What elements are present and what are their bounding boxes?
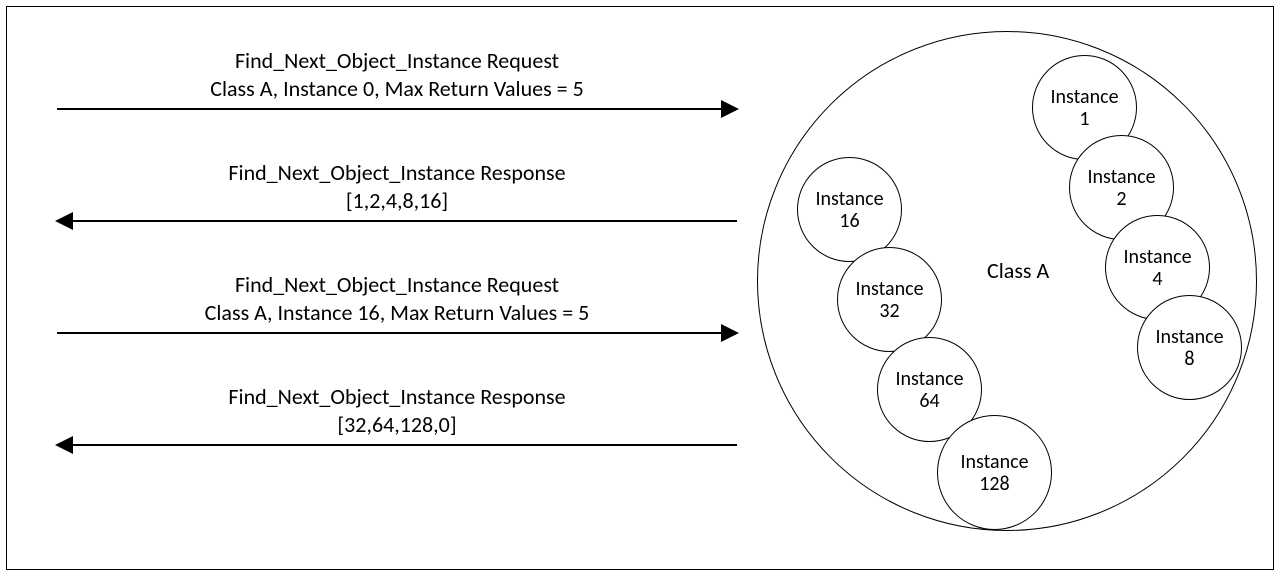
arrow-request-1-line1: Find_Next_Object_Instance Request [235, 47, 559, 74]
instance-64-word: Instance [895, 367, 963, 391]
arrow-request-1-label: Find_Next_Object_Instance Request Class … [57, 47, 737, 102]
instance-128-word: Instance [960, 450, 1028, 474]
instance-32-num: 32 [879, 299, 899, 323]
instance-8-num: 8 [1184, 347, 1194, 371]
arrow-right-icon [57, 108, 737, 110]
arrow-response-1: Find_Next_Object_Instance Response [1,2,… [57, 159, 737, 222]
instance-16-word: Instance [815, 187, 883, 211]
instance-2-num: 2 [1116, 187, 1126, 211]
diagram-frame: Find_Next_Object_Instance Request Class … [6, 6, 1274, 570]
arrow-left-icon [57, 220, 737, 222]
arrow-response-2-label: Find_Next_Object_Instance Response [32,6… [57, 383, 737, 438]
instance-8-word: Instance [1155, 325, 1223, 349]
instance-1-word: Instance [1050, 85, 1118, 109]
arrow-response-1-line2: [1,2,4,8,16] [346, 187, 448, 214]
arrow-response-2: Find_Next_Object_Instance Response [32,6… [57, 383, 737, 446]
instance-128-circle: Instance 128 [937, 415, 1052, 530]
arrow-response-2-line1: Find_Next_Object_Instance Response [228, 383, 565, 410]
arrow-request-2-line2: Class A, Instance 16, Max Return Values … [205, 299, 590, 326]
arrow-request-2-line1: Find_Next_Object_Instance Request [235, 271, 559, 298]
arrow-request-2-label: Find_Next_Object_Instance Request Class … [57, 271, 737, 326]
arrow-response-2-line2: [32,64,128,0] [337, 411, 456, 438]
instance-128-num: 128 [979, 472, 1009, 496]
arrow-left-icon [57, 444, 737, 446]
instance-2-word: Instance [1087, 165, 1155, 189]
arrow-response-1-label: Find_Next_Object_Instance Response [1,2,… [57, 159, 737, 214]
arrow-request-2: Find_Next_Object_Instance Request Class … [57, 271, 737, 334]
instance-32-word: Instance [855, 277, 923, 301]
instance-4-num: 4 [1152, 267, 1162, 291]
instance-8-circle: Instance 8 [1137, 295, 1242, 400]
instance-64-num: 64 [919, 389, 939, 413]
class-a-label: Class A [987, 257, 1049, 284]
instance-16-num: 16 [839, 209, 859, 233]
arrow-request-1: Find_Next_Object_Instance Request Class … [57, 47, 737, 110]
arrow-right-icon [57, 332, 737, 334]
instance-1-num: 1 [1079, 107, 1089, 131]
arrow-response-1-line1: Find_Next_Object_Instance Response [228, 159, 565, 186]
arrow-request-1-line2: Class A, Instance 0, Max Return Values =… [210, 75, 584, 102]
instance-4-word: Instance [1123, 245, 1191, 269]
